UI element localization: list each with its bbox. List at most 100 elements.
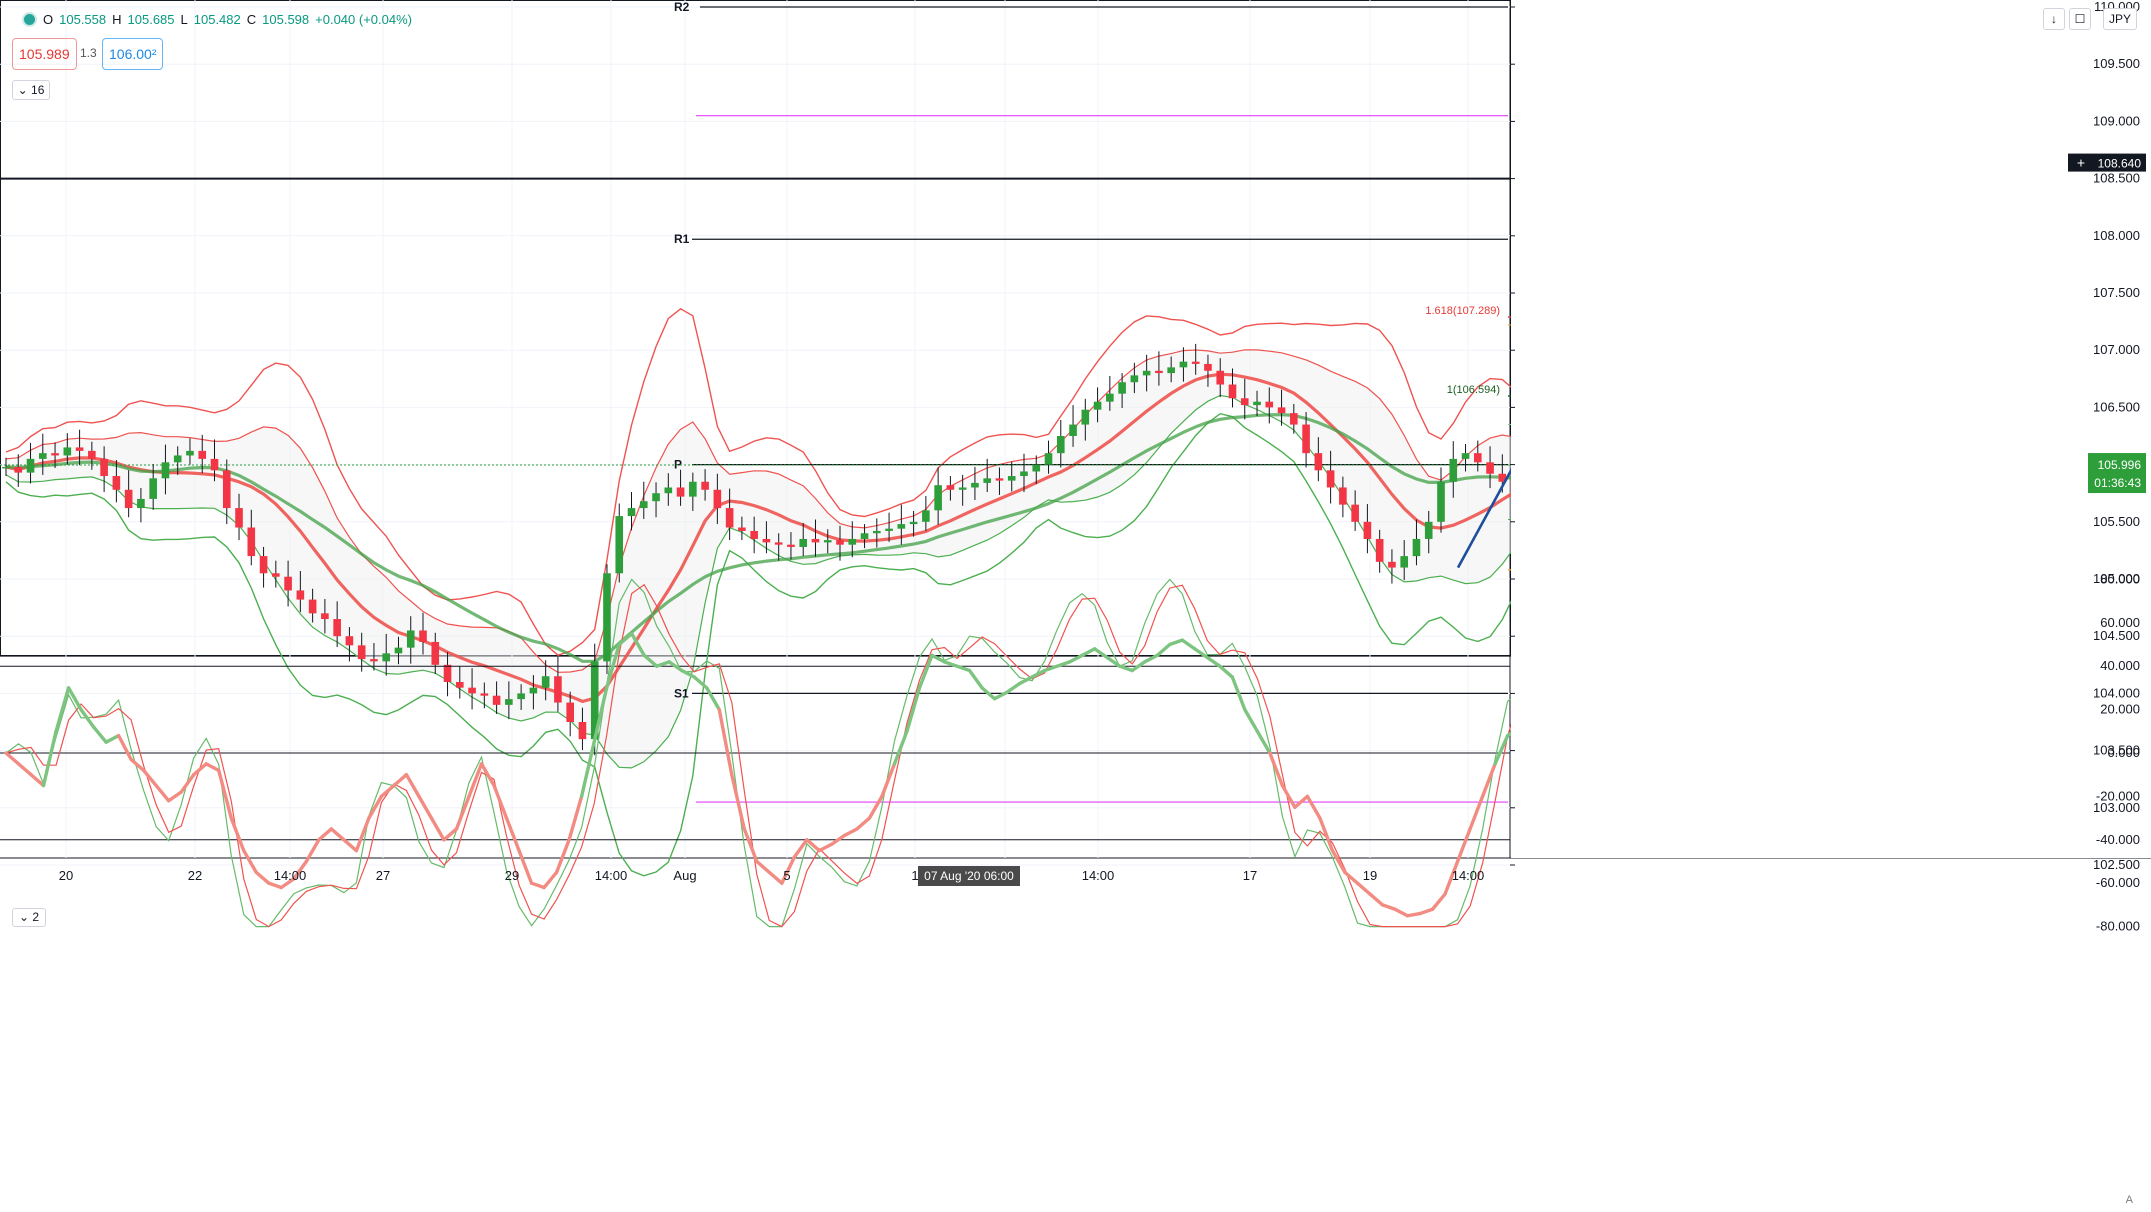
candle-body <box>321 613 329 620</box>
oscillator-main-segment <box>91 725 108 744</box>
candle-body <box>1375 538 1384 562</box>
oscillator-tick-label: 60.000 <box>2100 615 2140 630</box>
candle-body <box>1486 462 1494 474</box>
auto-scale-button[interactable]: A <box>2126 1194 2133 1206</box>
candle-body <box>443 664 452 682</box>
price-tick-label: 106.500 <box>2093 399 2140 414</box>
price-tick-label: 104.000 <box>2093 685 2140 700</box>
candle-body <box>480 693 489 696</box>
candle-body <box>676 487 685 497</box>
oscillator-main-segment <box>1355 881 1372 896</box>
candle-body <box>554 676 562 703</box>
oscillator-main-segment <box>1055 660 1072 668</box>
time-tick-label: 14:00 <box>274 868 307 883</box>
oscillator-main-segment <box>254 870 271 885</box>
candle-body <box>75 447 84 451</box>
candle-body <box>419 630 427 642</box>
candle-body <box>1424 521 1433 539</box>
price-tick-label: 104.500 <box>2093 628 2140 643</box>
oscillator-main-segment <box>342 838 359 853</box>
candle-body <box>284 576 292 591</box>
oscillator-main-segment <box>1255 729 1272 755</box>
oscillator-tick-label: 80.000 <box>2100 571 2140 586</box>
time-tick-label: 17 <box>1243 868 1257 883</box>
time-tick-label: 14:00 <box>1452 868 1485 883</box>
oscillator-main-segment <box>529 881 546 890</box>
time-tick-label: 20 <box>59 868 73 883</box>
oscillator-main-segment <box>817 842 834 853</box>
candle-body <box>1363 521 1372 539</box>
candle-body <box>701 481 709 490</box>
oscillator-main-segment <box>1168 638 1184 647</box>
candle-body <box>1314 453 1323 471</box>
oscillator-tick-label: -40.000 <box>2096 832 2140 847</box>
oscillator-main-segment <box>1118 664 1134 673</box>
time-tick-label: 27 <box>376 868 390 883</box>
oscillator-main-segment <box>242 848 258 875</box>
candle-body <box>1228 384 1237 399</box>
countdown-label: 01:36:43 <box>2094 476 2141 490</box>
time-tick-label: 14:00 <box>595 868 628 883</box>
candle-body <box>1326 470 1335 488</box>
time-tick-label: 29 <box>505 868 519 883</box>
candle-body <box>2 466 10 469</box>
oscillator-collapse-button[interactable]: ⌄ 2 <box>12 908 46 927</box>
candle-body <box>946 485 955 490</box>
price-axis[interactable]: 110.000109.500109.000108.500108.000107.5… <box>1510 0 2151 934</box>
candle-body <box>578 722 587 740</box>
sell-price-button[interactable]: 105.989 <box>12 38 77 70</box>
candle-body <box>198 450 207 459</box>
candle-body <box>615 516 624 574</box>
fullscreen-icon[interactable]: ☐ <box>2069 8 2091 30</box>
oscillator-main-segment <box>917 653 934 690</box>
candle-body <box>26 458 35 473</box>
candle-body <box>455 681 464 688</box>
fib-level-label: 1.618(107.289) <box>1425 305 1500 317</box>
oscillator-main-segment <box>392 773 409 788</box>
oscillator-main-segment <box>454 794 471 831</box>
candle-body <box>848 538 857 545</box>
oscillator-tick-label: 40.000 <box>2100 658 2140 673</box>
candle-body <box>112 476 121 490</box>
oscillator-main-segment <box>1305 794 1322 820</box>
low-value: 105.482 <box>193 12 241 27</box>
candle-body <box>1302 424 1310 454</box>
candle-body <box>370 659 378 662</box>
candle-body <box>1032 464 1041 472</box>
oscillator-tick-label: -80.000 <box>2096 919 2140 934</box>
candle-body <box>468 687 476 694</box>
candle-body <box>1216 370 1225 385</box>
price-axis-background <box>1511 0 2151 858</box>
indicators-collapse-button[interactable]: ⌄ 16 <box>12 80 50 100</box>
oscillator-main-segment <box>192 762 208 777</box>
oscillator-main-segment <box>329 827 346 842</box>
currency-button[interactable]: JPY <box>2102 8 2137 30</box>
buy-price-button[interactable]: 106.00² <box>102 38 164 70</box>
oscillator-main-segment <box>179 773 196 794</box>
oscillator-main-segment <box>1243 707 1260 733</box>
oscillator-main-segment <box>967 668 984 690</box>
candle-body <box>333 619 341 637</box>
candle-body <box>210 458 219 471</box>
fib-level-label: 1(106.594) <box>1447 384 1500 396</box>
candle-body <box>124 489 133 509</box>
candle-body <box>1290 413 1298 425</box>
candle-body <box>1044 453 1053 465</box>
candle-body <box>382 653 391 662</box>
candle-body <box>1388 561 1396 568</box>
candle-body <box>762 538 771 543</box>
candle-body <box>296 590 305 600</box>
close-value: 105.598 <box>262 12 310 27</box>
oscillator-main-segment <box>1418 907 1435 916</box>
oscillator-main-segment <box>705 686 721 712</box>
market-status-icon <box>22 12 37 27</box>
oscillator-main-segment <box>1368 892 1385 907</box>
candle-body <box>1167 367 1175 374</box>
candle-body <box>1449 458 1458 482</box>
oscillator-main-segment <box>955 664 972 673</box>
download-icon[interactable]: ↓ <box>2043 8 2065 30</box>
chart-canvas[interactable]: R2R1PS1R3R2R1S1S2S3R3PS31.618(107.289)1(… <box>0 0 2151 1212</box>
candle-body <box>517 693 525 700</box>
candle-body <box>100 458 108 477</box>
oscillator-main-segment <box>104 733 121 744</box>
